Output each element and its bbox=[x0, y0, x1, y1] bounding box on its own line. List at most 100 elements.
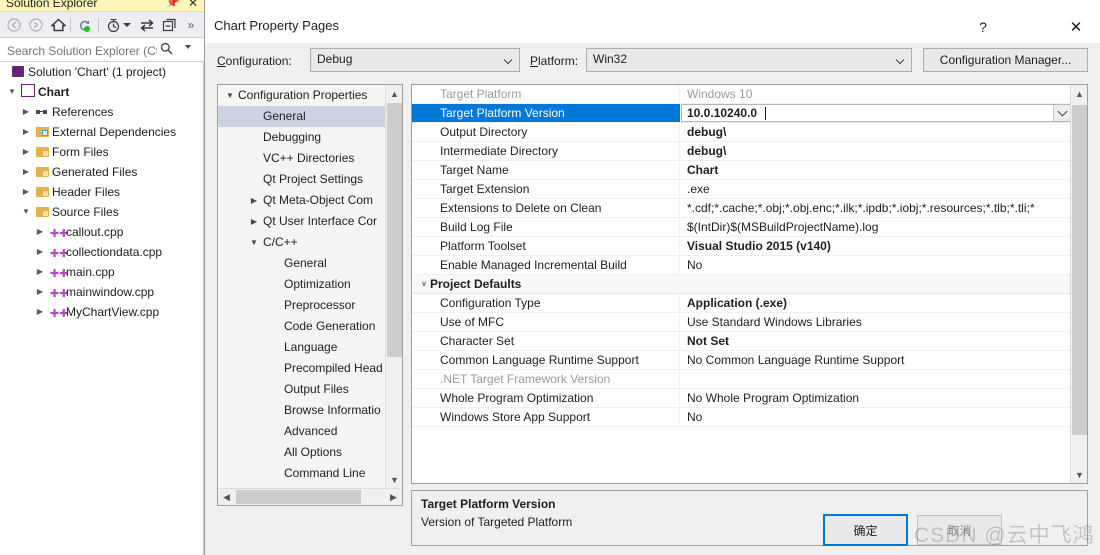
table-row[interactable]: Platform Toolset Visual Studio 2015 (v14… bbox=[412, 237, 1071, 256]
close-icon[interactable]: ✕ bbox=[188, 0, 198, 10]
tree-item-references[interactable]: ▶ References bbox=[0, 102, 203, 122]
cfg-item-vcpp-directories[interactable]: VC++ Directories bbox=[218, 148, 386, 169]
property-group-header[interactable]: ∨ Project Defaults bbox=[412, 275, 1071, 294]
property-grid-vertical-scrollbar[interactable]: ▲ ▼ bbox=[1070, 85, 1087, 483]
chevron-right-icon[interactable]: ▶ bbox=[34, 282, 46, 302]
cfg-item-c-cpp-general[interactable]: General bbox=[218, 253, 386, 274]
chevron-right-icon[interactable]: ▶ bbox=[20, 102, 32, 122]
scroll-down-icon[interactable]: ▼ bbox=[386, 471, 402, 488]
cfg-tree-horizontal-scrollbar[interactable]: ◀ ▶ bbox=[218, 488, 402, 505]
chevron-down-icon[interactable] bbox=[1053, 105, 1070, 121]
tree-item-solution[interactable]: Solution 'Chart' (1 project) bbox=[0, 62, 203, 82]
cfg-item-advanced[interactable]: Advanced bbox=[218, 421, 386, 442]
tree-item-file[interactable]: ▶ ✚✚ MyChartView.cpp bbox=[0, 302, 203, 322]
table-row[interactable]: Output Directory debug\ bbox=[412, 123, 1071, 142]
tree-item-project-chart[interactable]: ▼ Chart bbox=[0, 82, 203, 102]
scrollbar-thumb[interactable] bbox=[236, 490, 361, 504]
chevron-down-icon[interactable]: ▼ bbox=[224, 85, 236, 106]
chevron-down-icon[interactable]: ▼ bbox=[248, 232, 260, 253]
chevron-right-icon[interactable]: ▶ bbox=[20, 162, 32, 182]
table-row[interactable]: Configuration Type Application (.exe) bbox=[412, 294, 1071, 313]
cfg-item-qt-project-settings[interactable]: Qt Project Settings bbox=[218, 169, 386, 190]
cfg-item-debugging[interactable]: Debugging bbox=[218, 127, 386, 148]
table-row[interactable]: Build Log File $(IntDir)$(MSBuildProject… bbox=[412, 218, 1071, 237]
scrollbar-thumb[interactable] bbox=[1072, 105, 1087, 435]
help-icon[interactable]: ? bbox=[969, 16, 997, 38]
chevron-right-icon[interactable]: ▶ bbox=[20, 122, 32, 142]
chevron-right-icon[interactable]: ▶ bbox=[34, 222, 46, 242]
configuration-manager-button[interactable]: Configuration Manager... bbox=[923, 48, 1088, 72]
tree-item-source-files[interactable]: ▼ Source Files bbox=[0, 202, 203, 222]
dropdown-caret-icon[interactable] bbox=[122, 16, 132, 34]
cfg-item-general[interactable]: General bbox=[218, 106, 386, 127]
property-value-editor[interactable]: 10.0.10240.0 bbox=[681, 104, 1071, 122]
table-row[interactable]: Character Set Not Set bbox=[412, 332, 1071, 351]
table-row[interactable]: Target Platform Windows 10 bbox=[412, 85, 1071, 104]
tree-item-generated-files[interactable]: ▶ Generated Files bbox=[0, 162, 203, 182]
scrollbar-thumb[interactable] bbox=[387, 103, 402, 357]
back-icon[interactable] bbox=[4, 16, 24, 34]
configuration-combo[interactable]: Debug bbox=[310, 48, 520, 72]
tree-item-form-files[interactable]: ▶ Form Files bbox=[0, 142, 203, 162]
chevron-right-icon[interactable]: ▶ bbox=[34, 302, 46, 322]
scroll-up-icon[interactable]: ▲ bbox=[386, 85, 402, 102]
scroll-right-icon[interactable]: ▶ bbox=[385, 489, 402, 505]
forward-icon[interactable] bbox=[26, 16, 46, 34]
cfg-item-qt-user-interface-compiler[interactable]: ▶ Qt User Interface Cor bbox=[218, 211, 386, 232]
cfg-tree-vertical-scrollbar[interactable]: ▲ ▼ bbox=[385, 85, 402, 488]
scroll-left-icon[interactable]: ◀ bbox=[218, 489, 235, 505]
chevron-right-icon[interactable]: ▶ bbox=[20, 142, 32, 162]
home-icon[interactable] bbox=[48, 16, 68, 34]
platform-combo[interactable]: Win32 bbox=[586, 48, 912, 72]
ok-button[interactable]: 确定 bbox=[823, 514, 908, 546]
chevron-down-icon[interactable] bbox=[185, 45, 191, 49]
table-row[interactable]: Intermediate Directory debug\ bbox=[412, 142, 1071, 161]
table-row[interactable]: Common Language Runtime Support No Commo… bbox=[412, 351, 1071, 370]
tree-item-file[interactable]: ▶ ✚✚ mainwindow.cpp bbox=[0, 282, 203, 302]
tree-item-header-files[interactable]: ▶ Header Files bbox=[0, 182, 203, 202]
search-box[interactable] bbox=[0, 38, 204, 62]
scroll-up-icon[interactable]: ▲ bbox=[1071, 85, 1087, 102]
chevron-right-icon[interactable]: ▶ bbox=[20, 182, 32, 202]
cfg-item-command-line[interactable]: Command Line bbox=[218, 463, 386, 484]
chevron-right-icon[interactable]: ▶ bbox=[34, 262, 46, 282]
tree-item-file[interactable]: ▶ ✚✚ collectiondata.cpp bbox=[0, 242, 203, 262]
table-row[interactable]: Target Name Chart bbox=[412, 161, 1071, 180]
cfg-item-precompiled-headers[interactable]: Precompiled Head bbox=[218, 358, 386, 379]
table-row[interactable]: .NET Target Framework Version bbox=[412, 370, 1071, 389]
scroll-down-icon[interactable]: ▼ bbox=[1071, 466, 1087, 483]
tree-item-file[interactable]: ▶ ✚✚ callout.cpp bbox=[0, 222, 203, 242]
cfg-item-browse-information[interactable]: Browse Informatio bbox=[218, 400, 386, 421]
pin-icon[interactable]: 📌 bbox=[166, 0, 180, 9]
table-row[interactable]: Windows Store App Support No bbox=[412, 408, 1071, 427]
cfg-item-c-cpp[interactable]: ▼ C/C++ bbox=[218, 232, 386, 253]
table-row[interactable]: Enable Managed Incremental Build No bbox=[412, 256, 1071, 275]
overflow-icon[interactable]: » bbox=[181, 16, 201, 34]
cfg-item-preprocessor[interactable]: Preprocessor bbox=[218, 295, 386, 316]
table-row-selected[interactable]: Target Platform Version 10.0.10240.0 bbox=[412, 104, 1071, 123]
chevron-down-icon[interactable]: ▼ bbox=[20, 202, 32, 222]
cfg-item-optimization[interactable]: Optimization bbox=[218, 274, 386, 295]
table-row[interactable]: Extensions to Delete on Clean *.cdf;*.ca… bbox=[412, 199, 1071, 218]
cfg-item-code-generation[interactable]: Code Generation bbox=[218, 316, 386, 337]
pending-changes-icon[interactable] bbox=[104, 16, 124, 34]
cfg-item-output-files[interactable]: Output Files bbox=[218, 379, 386, 400]
table-row[interactable]: Target Extension .exe bbox=[412, 180, 1071, 199]
table-row[interactable]: Whole Program Optimization No Whole Prog… bbox=[412, 389, 1071, 408]
tree-item-file[interactable]: ▶ ✚✚ main.cpp bbox=[0, 262, 203, 282]
chevron-right-icon[interactable]: ▶ bbox=[248, 211, 260, 232]
cfg-item-all-options[interactable]: All Options bbox=[218, 442, 386, 463]
chevron-down-icon[interactable]: ▼ bbox=[6, 82, 18, 102]
cfg-item-language[interactable]: Language bbox=[218, 337, 386, 358]
collapse-all-icon[interactable] bbox=[159, 16, 179, 34]
chevron-right-icon[interactable]: ▶ bbox=[248, 190, 260, 211]
close-icon[interactable]: ✕ bbox=[1060, 15, 1092, 39]
chevron-right-icon[interactable]: ▶ bbox=[34, 242, 46, 262]
table-row[interactable]: Use of MFC Use Standard Windows Librarie… bbox=[412, 313, 1071, 332]
cfg-item-qt-meta-object-compiler[interactable]: ▶ Qt Meta-Object Com bbox=[218, 190, 386, 211]
search-input[interactable] bbox=[5, 41, 159, 60]
refresh-icon[interactable] bbox=[75, 16, 95, 34]
tree-item-external-dependencies[interactable]: ▶ External Dependencies bbox=[0, 122, 203, 142]
sync-with-active-document-icon[interactable] bbox=[137, 16, 157, 34]
cfg-item-configuration-properties[interactable]: ▼ Configuration Properties bbox=[218, 85, 386, 106]
